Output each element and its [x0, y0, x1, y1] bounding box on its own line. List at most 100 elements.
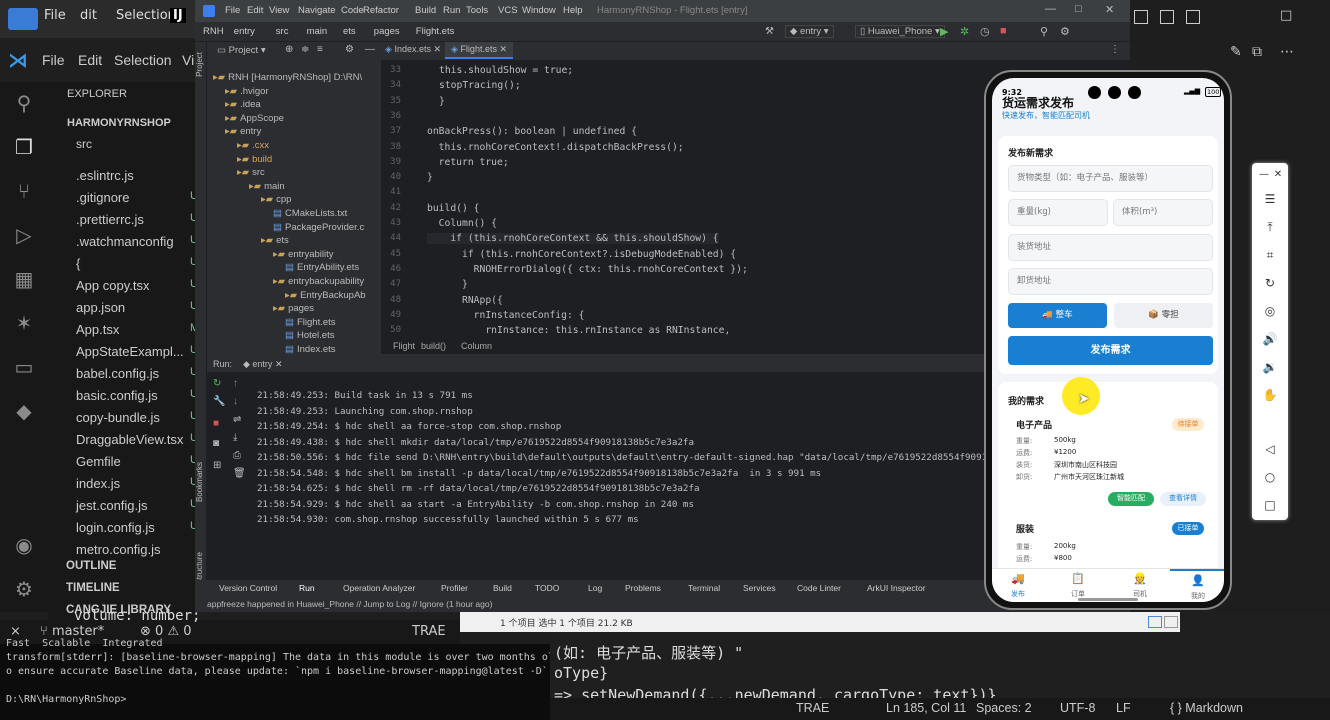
- layout-icon[interactable]: [1134, 10, 1148, 24]
- breadcrumb-item[interactable]: pages: [374, 26, 400, 37]
- close-window-icon[interactable]: ✕: [1105, 3, 1114, 16]
- vscode-menu-selection[interactable]: Selection: [114, 52, 172, 68]
- search-icon[interactable]: ⚲: [11, 90, 37, 116]
- tool-tab[interactable]: Profiler: [441, 583, 468, 593]
- profile-icon[interactable]: ◷: [980, 25, 990, 38]
- load-address-input[interactable]: 装货地址: [1008, 234, 1213, 261]
- menu-icon[interactable]: ☰: [1260, 189, 1280, 209]
- file-item[interactable]: .prettierrc.js: [76, 212, 144, 227]
- tool-tab[interactable]: Log: [588, 583, 602, 593]
- breadcrumb-item[interactable]: Flight.ets: [416, 26, 455, 37]
- menu-item[interactable]: Help: [563, 5, 583, 16]
- tree-item[interactable]: ▸▰ entry: [225, 126, 261, 137]
- rerun-icon[interactable]: ↻: [213, 378, 221, 389]
- tree-item[interactable]: ▤ Flight.ets: [285, 317, 336, 328]
- breadcrumb-item[interactable]: entry: [234, 26, 255, 37]
- os-top-item[interactable]: Selection: [116, 8, 176, 23]
- project-tool-tab[interactable]: Project: [195, 52, 204, 77]
- menu-item[interactable]: View: [269, 5, 289, 16]
- weight-input[interactable]: 重量(kg): [1008, 199, 1108, 226]
- maximize-icon[interactable]: □: [1280, 8, 1292, 23]
- file-item[interactable]: DraggableView.tsx: [76, 432, 183, 447]
- layout-icon[interactable]: [1186, 10, 1200, 24]
- agent-icon[interactable]: ✶: [11, 310, 37, 336]
- windows-icon[interactable]: [8, 8, 38, 30]
- layout-icon[interactable]: [1160, 10, 1174, 24]
- cangjie-icon[interactable]: ◆: [11, 398, 37, 424]
- expand-icon[interactable]: ≡: [317, 44, 323, 55]
- maximize-window-icon[interactable]: □: [1075, 3, 1082, 15]
- project-view-select[interactable]: ▭ Project ▾: [217, 45, 266, 56]
- print-icon[interactable]: ⎙: [233, 450, 241, 461]
- tree-item[interactable]: ▤ Index.ets: [285, 344, 336, 355]
- menu-item[interactable]: Code: [341, 5, 364, 16]
- tiles-view-icon[interactable]: [1164, 616, 1178, 628]
- rotate-icon[interactable]: ↻: [1260, 273, 1280, 293]
- demand-item[interactable]: 电子产品 待接单 重量: 500kg 运费: ¥1200 装货: 深圳市南山区科…: [1008, 416, 1213, 512]
- file-item[interactable]: App copy.tsx: [76, 278, 149, 293]
- status-item[interactable]: UTF-8: [1060, 701, 1095, 715]
- menu-item[interactable]: Tools: [466, 5, 488, 16]
- menu-item[interactable]: Build: [415, 5, 436, 16]
- tree-item[interactable]: ▤ Hotel.ets: [285, 330, 334, 341]
- tree-item[interactable]: ▸▰ EntryBackupAb: [285, 290, 366, 301]
- tree-item[interactable]: ▸▰ .hvigor: [225, 86, 269, 97]
- trash-icon[interactable]: 🗑: [233, 468, 246, 479]
- section-timeline[interactable]: TIMELINE: [66, 582, 120, 594]
- tree-item[interactable]: ▸▰ RNH [HarmonyRNShop] D:\RN\: [213, 72, 362, 83]
- tool-tab[interactable]: Terminal: [688, 583, 720, 593]
- vscode-menu-edit[interactable]: Edit: [78, 52, 102, 68]
- tree-item[interactable]: ▸▰ ets: [261, 235, 289, 246]
- os-top-item[interactable]: File: [44, 8, 66, 23]
- locate-icon[interactable]: ⊕: [285, 44, 293, 55]
- nav-publish[interactable]: 发布: [1006, 589, 1030, 599]
- gear-icon[interactable]: ⚙: [345, 44, 354, 55]
- remote-icon[interactable]: ▭: [11, 354, 37, 380]
- menu-item[interactable]: Window: [522, 5, 556, 16]
- trae-indicator[interactable]: TRAE: [412, 624, 446, 639]
- layout-run-icon[interactable]: ⊞: [213, 460, 221, 471]
- tree-item[interactable]: ▸▰ cpp: [261, 194, 291, 205]
- run-icon[interactable]: ▶: [940, 25, 948, 38]
- folder-src[interactable]: src: [76, 137, 92, 151]
- tree-item[interactable]: ▸▰ main: [249, 181, 285, 192]
- tree-item[interactable]: ▤ PackageProvider.c: [273, 222, 364, 233]
- menu-item[interactable]: Refactor: [363, 5, 399, 16]
- volume-input[interactable]: 体积(m³): [1113, 199, 1213, 226]
- tool-tab[interactable]: Run: [299, 583, 315, 593]
- vscode-menu-file[interactable]: File: [42, 52, 65, 68]
- extensions-icon[interactable]: ▦: [11, 266, 37, 292]
- file-item[interactable]: App.tsx: [76, 322, 119, 337]
- smart-match-button[interactable]: 智能匹配: [1108, 492, 1154, 506]
- soft-wrap-icon[interactable]: ⇌: [233, 414, 241, 425]
- collapse-icon[interactable]: ≑: [301, 44, 309, 55]
- crumb-item[interactable]: Column: [461, 341, 492, 351]
- section-outline[interactable]: OUTLINE: [66, 560, 116, 572]
- branch-indicator[interactable]: ⑂ master*: [40, 624, 104, 639]
- status-item[interactable]: LF: [1116, 701, 1131, 715]
- tree-item[interactable]: ▸▰ pages: [273, 303, 314, 314]
- menu-item[interactable]: File: [225, 5, 240, 16]
- explorer-icon[interactable]: ❐: [11, 134, 37, 160]
- status-item[interactable]: Ln 185, Col 11: [886, 701, 966, 715]
- run-config-select[interactable]: ◆ entry ▾: [785, 25, 834, 38]
- bookmarks-tool-tab[interactable]: Bookmarks: [195, 462, 204, 502]
- tab-menu-icon[interactable]: ⋮: [1110, 44, 1120, 55]
- file-item[interactable]: app.json: [76, 300, 125, 315]
- stop-icon[interactable]: ■: [1000, 25, 1007, 37]
- menu-item[interactable]: Edit: [247, 5, 263, 16]
- gesture-icon[interactable]: ✋: [1260, 385, 1280, 405]
- debug-icon[interactable]: ✲: [960, 25, 969, 38]
- file-item[interactable]: Gemfile: [76, 454, 121, 469]
- tool-tab[interactable]: TODO: [535, 583, 559, 593]
- tool-tab[interactable]: Build: [493, 583, 512, 593]
- wrench-icon[interactable]: 🔧: [213, 396, 225, 407]
- hide-icon[interactable]: —: [365, 44, 375, 55]
- file-item[interactable]: .watchmanconfig: [76, 234, 174, 249]
- full-truck-toggle[interactable]: 🚚 整车: [1008, 303, 1107, 328]
- device-select[interactable]: ▯ Huawei_Phone ▾: [855, 25, 945, 38]
- account-icon[interactable]: ◉: [11, 532, 37, 558]
- source-control-icon[interactable]: ⑂: [11, 178, 37, 204]
- tool-tab[interactable]: Problems: [625, 583, 661, 593]
- crop-icon[interactable]: ⌗: [1260, 245, 1280, 265]
